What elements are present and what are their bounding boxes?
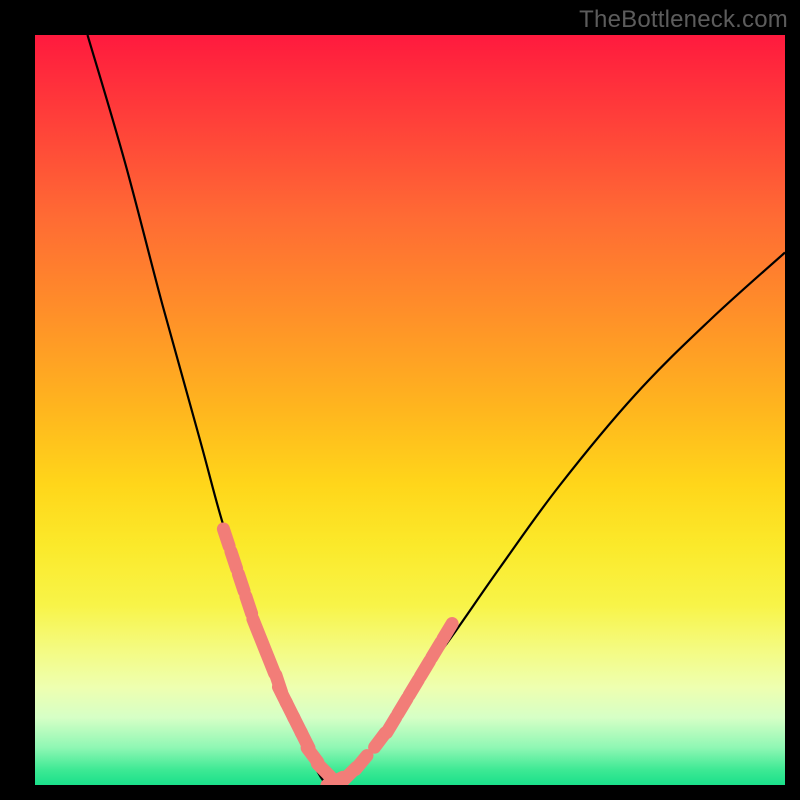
curve-marker [317,764,330,777]
curve-marker [443,624,452,639]
bottleneck-curve [88,35,786,785]
curve-marker [409,680,418,695]
curve-marker [231,551,237,568]
curve-marker [246,596,252,613]
curve-marker [301,732,309,748]
curve-marker [268,657,275,674]
curve-svg [35,35,785,785]
curve-marker [278,687,286,703]
curve-marker [387,717,396,732]
curve-marker [398,699,407,714]
curve-marker [307,748,318,762]
curve-marker [253,619,260,636]
curve-marker [344,767,357,780]
curve-marker [355,756,367,770]
curve-marker [260,638,267,655]
curve-marker [293,717,301,733]
curve-marker [420,661,429,676]
marker-layer [223,529,452,785]
curve-marker [375,733,386,747]
curve-marker [276,675,282,692]
curve-marker [327,777,343,785]
curve-marker [223,529,229,546]
curve-marker [286,702,294,718]
watermark-text: TheBottleneck.com [579,6,788,34]
chart-frame: TheBottleneck.com [0,0,800,800]
plot-area [35,35,785,785]
curve-marker [238,574,244,591]
curve-marker [432,642,441,657]
